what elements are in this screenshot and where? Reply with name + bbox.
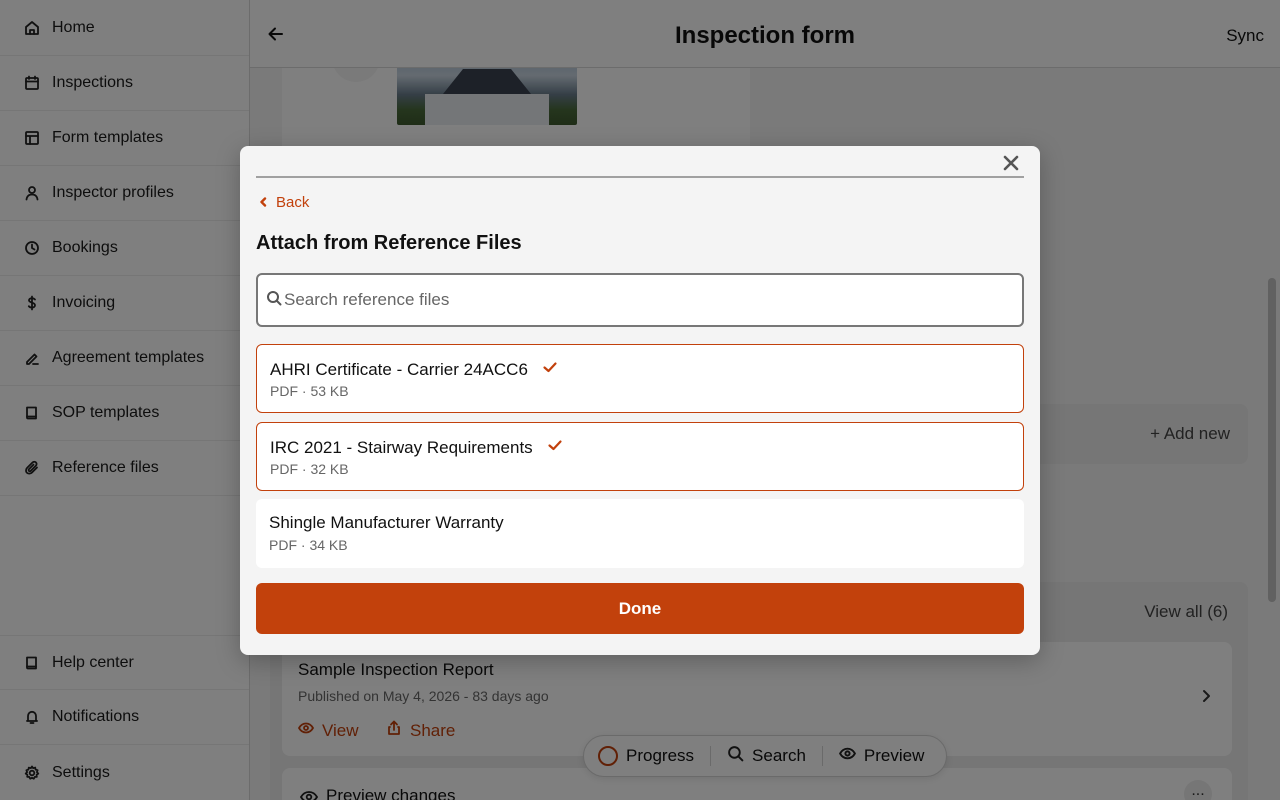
check-icon [542, 359, 558, 380]
file-name: IRC 2021 - Stairway Requirements [270, 437, 533, 457]
search-input[interactable] [284, 290, 984, 310]
file-meta: PDF · 34 KB [269, 537, 348, 553]
file-name: AHRI Certificate - Carrier 24ACC6 [270, 359, 528, 379]
file-name: Shingle Manufacturer Warranty [269, 513, 504, 532]
file-list-item[interactable]: IRC 2021 - Stairway Requirements PDF · 3… [256, 422, 1024, 491]
search-icon [266, 290, 284, 311]
check-icon [547, 437, 563, 458]
dialog-title: Attach from Reference Files [256, 232, 522, 254]
file-list-item[interactable]: AHRI Certificate - Carrier 24ACC6 PDF · … [256, 344, 1024, 413]
file-list-item[interactable]: Shingle Manufacturer Warranty PDF · 34 K… [256, 499, 1024, 568]
chevron-left-icon [258, 194, 268, 211]
attach-reference-files-dialog: Back Attach from Reference Files AHRI Ce… [240, 146, 1040, 655]
close-icon[interactable] [1002, 154, 1022, 174]
search-field[interactable] [256, 273, 1024, 327]
back-button[interactable]: Back [258, 194, 309, 211]
scrollbar[interactable] [1268, 278, 1276, 602]
file-meta: PDF · 32 KB [270, 461, 349, 477]
done-button[interactable]: Done [256, 583, 1024, 634]
file-meta: PDF · 53 KB [270, 383, 349, 399]
divider [256, 176, 1024, 178]
